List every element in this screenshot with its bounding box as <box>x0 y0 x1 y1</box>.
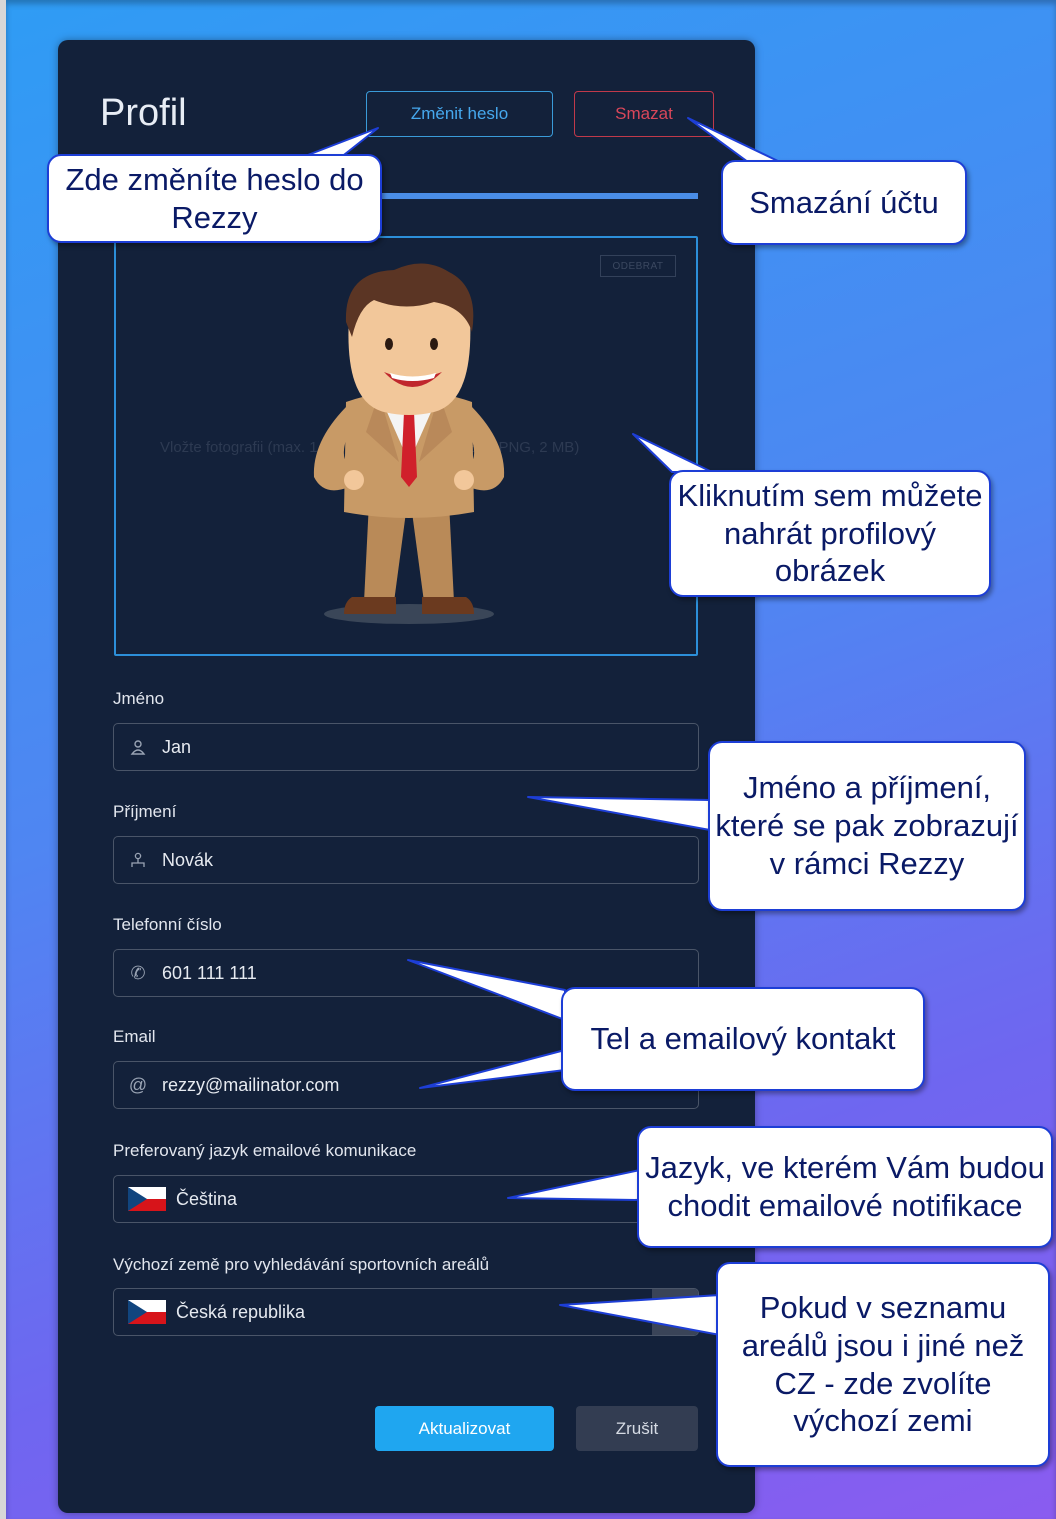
callout-name: Jméno a příjmení, které se pak zobrazují… <box>708 741 1026 911</box>
delete-account-button[interactable]: Smazat <box>574 91 714 137</box>
change-password-button[interactable]: Změnit heslo <box>366 91 553 137</box>
at-icon: @ <box>128 1074 148 1095</box>
callout-delete: Smazání účtu <box>721 160 967 245</box>
user-icon <box>114 739 162 755</box>
page-title: Profil <box>100 92 187 134</box>
avatar-illustration <box>313 263 505 624</box>
users-icon <box>114 852 162 868</box>
czech-flag-icon <box>128 1187 166 1211</box>
country-value: Česká republika <box>176 1301 306 1322</box>
phone-label: Telefonní číslo <box>113 915 222 934</box>
language-label: Preferovaný jazyk emailové komunikace <box>113 1141 417 1160</box>
callout-photo: Kliknutím sem můžete nahrát profilový ob… <box>669 470 991 597</box>
email-value: rezzy@mailinator.com <box>162 1074 340 1095</box>
last-name-label: Příjmení <box>113 802 177 821</box>
remove-photo-button[interactable]: ODEBRAT <box>600 255 676 277</box>
first-name-label: Jméno <box>113 689 165 708</box>
country-select[interactable]: Česká republika ⌄ <box>113 1288 699 1336</box>
first-name-value: Jan <box>162 736 192 757</box>
phone-icon: ✆ <box>130 962 146 983</box>
language-value: Čeština <box>176 1188 238 1209</box>
callout-contact: Tel a emailový kontakt <box>561 987 925 1091</box>
profile-photo-dropzone[interactable]: ODEBRAT Vložte fotografii (max. 1 MB) ne… <box>114 236 698 656</box>
czech-flag-icon <box>128 1300 166 1324</box>
callout-country: Pokud v seznamu areálů jsou i jiné než C… <box>716 1262 1050 1467</box>
phone-value: 601 111 111 <box>162 962 257 983</box>
last-name-field[interactable]: Novák <box>113 836 699 884</box>
chevron-down-icon[interactable]: ⌄ <box>652 1289 698 1335</box>
last-name-value: Novák <box>162 849 214 870</box>
callout-language: Jazyk, ve kterém Vám budou chodit emailo… <box>637 1126 1053 1248</box>
cancel-button[interactable]: Zrušit <box>576 1406 698 1451</box>
email-label: Email <box>113 1027 156 1046</box>
language-select[interactable]: Čeština <box>113 1175 699 1223</box>
section-indicator <box>376 193 698 199</box>
first-name-field[interactable]: Jan <box>113 723 699 771</box>
country-label: Výchozí země pro vyhledávání sportovních… <box>113 1255 490 1274</box>
callout-password: Zde změníte heslo do Rezzy <box>47 154 382 243</box>
update-button[interactable]: Aktualizovat <box>375 1406 554 1451</box>
